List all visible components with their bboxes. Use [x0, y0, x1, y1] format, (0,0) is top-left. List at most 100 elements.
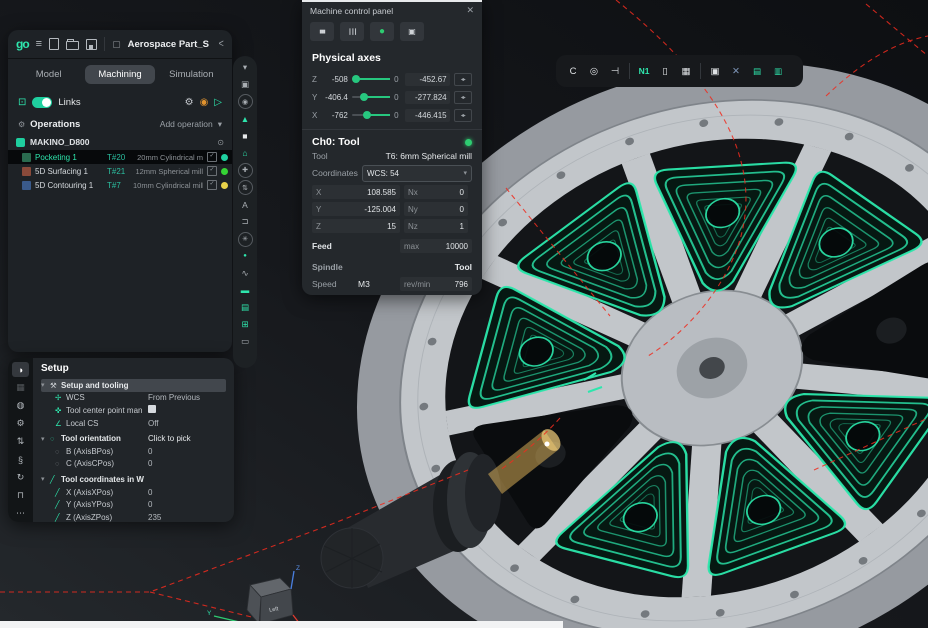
- more-tab-icon[interactable]: ⋯: [12, 506, 29, 521]
- menu-icon[interactable]: ≡: [36, 39, 42, 50]
- operation-checkbox[interactable]: ✓: [207, 180, 217, 190]
- tab-model[interactable]: Model: [14, 65, 83, 84]
- grid-icon[interactable]: ⊞: [237, 316, 253, 333]
- machine-view-icon[interactable]: ▣: [237, 76, 253, 93]
- coord-z-field[interactable]: Z15: [312, 219, 400, 233]
- tab-machining[interactable]: Machining: [85, 65, 154, 84]
- layers-icon[interactable]: ▤: [237, 299, 253, 316]
- operation-row[interactable]: 5D Contouring 1 T#7 10mm Cylindrical mil…: [8, 178, 232, 192]
- operation-row[interactable]: Pocketing 1 T#20 20mm Cylindrical m ✓: [8, 150, 232, 164]
- jog-buttons[interactable]: ◂▸: [454, 91, 472, 104]
- axes-tab-icon[interactable]: ⇅: [12, 434, 29, 449]
- stats-icon[interactable]: ▥: [768, 61, 788, 81]
- package-icon[interactable]: ▦: [676, 61, 696, 81]
- save-state-button[interactable]: ▣: [400, 22, 424, 41]
- wcs-select[interactable]: WCS: 54 ▾: [362, 165, 472, 182]
- axis-value-field[interactable]: -446.415: [405, 109, 449, 122]
- setup-group-row[interactable]: ▾ ◌ Tool orientationClick to pick: [41, 432, 226, 445]
- pause-button[interactable]: ▮▮▮: [310, 22, 334, 41]
- drill-tab-icon[interactable]: §: [12, 452, 29, 467]
- add-operation-caret[interactable]: ▾: [218, 119, 222, 130]
- jog-buttons[interactable]: ◂▸: [454, 73, 472, 86]
- tool-library-icon[interactable]: ◉: [200, 97, 209, 108]
- setup-item-row[interactable]: ╱ Y (AxisYPos)0: [41, 498, 226, 511]
- tab-simulation[interactable]: Simulation: [157, 65, 226, 84]
- save-icon[interactable]: [86, 39, 97, 50]
- setup-group-row[interactable]: ▾ ╱ Tool coordinates in W: [41, 473, 226, 486]
- new-file-icon[interactable]: [49, 38, 59, 50]
- mcp-titlebar[interactable]: Machine control panel ✕: [302, 2, 482, 19]
- setup-item-row[interactable]: ╱ Z (AxisZPos)235: [41, 511, 226, 522]
- setup-tab-icon[interactable]: ◑: [12, 362, 29, 377]
- layers-stack-icon[interactable]: ▤: [747, 61, 767, 81]
- add-operation-button[interactable]: Add operation: [160, 119, 213, 129]
- point-display-icon[interactable]: ●: [237, 248, 253, 265]
- magnet-icon[interactable]: C: [563, 61, 583, 81]
- sheet-icon[interactable]: ▯: [655, 61, 675, 81]
- jog-buttons[interactable]: ◂▸: [454, 109, 472, 122]
- machine-node[interactable]: MAKINO_D800 ⊙: [8, 134, 232, 150]
- tool-display-icon[interactable]: ▲: [237, 111, 253, 128]
- settings-gear-icon[interactable]: ⚙: [185, 97, 194, 108]
- feed-row: Feed max10000: [312, 239, 472, 253]
- inspect-icon[interactable]: ◎: [584, 61, 604, 81]
- settings-tab-icon[interactable]: ⚙: [12, 416, 29, 431]
- overrides-button[interactable]: ☰: [340, 22, 364, 41]
- axis-value-field[interactable]: -277.824: [405, 91, 449, 104]
- machine-settings-icon[interactable]: ⊙: [217, 138, 224, 147]
- gauge-tab-icon[interactable]: ↻: [12, 470, 29, 485]
- run-play-icon[interactable]: ▷: [214, 97, 222, 108]
- stock-display-icon[interactable]: ■: [237, 128, 253, 145]
- setup-item-row[interactable]: ◌ B (AxisBPos)0: [41, 445, 226, 458]
- links-graph-icon[interactable]: ⊡: [18, 97, 26, 108]
- setup-group-row[interactable]: ▾ ⚒ Setup and tooling: [41, 379, 226, 392]
- close-icon[interactable]: ✕: [466, 5, 474, 16]
- axis-slider[interactable]: [352, 78, 390, 80]
- setup-item-row[interactable]: ∠ Local CSOff: [41, 417, 226, 430]
- links-toggle[interactable]: [32, 97, 52, 108]
- caret-icon[interactable]: ▾: [41, 435, 50, 443]
- nc-program-icon[interactable]: N1: [634, 61, 654, 81]
- burst-icon[interactable]: ✳: [238, 232, 253, 247]
- lock-icon[interactable]: A: [237, 197, 253, 214]
- coord-nx-field[interactable]: Nx0: [404, 185, 468, 199]
- setup-item-row[interactable]: ✜ Tool center point man: [41, 404, 226, 417]
- toolpath-display-icon[interactable]: ▬: [237, 282, 253, 299]
- coord-nz-field[interactable]: Nz1: [404, 219, 468, 233]
- axis-value-field[interactable]: -452.67: [405, 73, 449, 86]
- wave-icon[interactable]: ∿: [237, 265, 253, 282]
- setup-item-row[interactable]: ╱ X (AxisXPos)0: [41, 486, 226, 499]
- setup-item-row[interactable]: ✢ WCSFrom Previous: [41, 392, 226, 405]
- operation-checkbox[interactable]: ✓: [207, 152, 217, 162]
- coord-x-field[interactable]: X108.585: [312, 185, 400, 199]
- probe-icon[interactable]: ◉: [238, 94, 253, 109]
- save-state-icon[interactable]: ▣: [705, 61, 725, 81]
- message-icon[interactable]: ▭: [237, 333, 253, 350]
- wireframe-icon[interactable]: ✕: [726, 61, 746, 81]
- caret-icon[interactable]: ▾: [41, 381, 50, 389]
- holder-tab-icon[interactable]: ◍: [12, 398, 29, 413]
- setup-item-row[interactable]: ◌ C (AxisCPos)0: [41, 458, 226, 471]
- caliper-icon[interactable]: ⊣: [605, 61, 625, 81]
- run-state-button[interactable]: ●: [370, 22, 394, 41]
- caret-icon[interactable]: ▾: [41, 475, 50, 483]
- feed-field[interactable]: max10000: [400, 239, 472, 253]
- speed-field[interactable]: rev/min796: [400, 277, 472, 291]
- axis-slider[interactable]: [352, 96, 390, 98]
- screwdriver-icon[interactable]: ✚: [238, 163, 253, 178]
- open-folder-icon[interactable]: [66, 41, 79, 50]
- share-icon[interactable]: <: [218, 38, 223, 50]
- tcp-checkbox[interactable]: [148, 405, 156, 413]
- stock-tab-icon[interactable]: ▦: [12, 380, 29, 395]
- app-logo[interactable]: go: [16, 37, 29, 51]
- coord-y-field[interactable]: Y-125.004: [312, 202, 400, 216]
- fixture-display-icon[interactable]: ⌂: [237, 145, 253, 162]
- coord-ny-field[interactable]: Ny0: [404, 202, 468, 216]
- operation-checkbox[interactable]: ✓: [207, 166, 217, 176]
- spindle-icon[interactable]: ⇅: [238, 180, 253, 195]
- fixture-tab-icon[interactable]: ⊓: [12, 488, 29, 503]
- collapse-chevron-icon[interactable]: ▾: [237, 59, 253, 76]
- clamp-icon[interactable]: ⊐: [237, 214, 253, 231]
- operation-row[interactable]: 5D Surfacing 1 T#21 12mm Spherical mill …: [8, 164, 232, 178]
- axis-slider[interactable]: [352, 114, 390, 116]
